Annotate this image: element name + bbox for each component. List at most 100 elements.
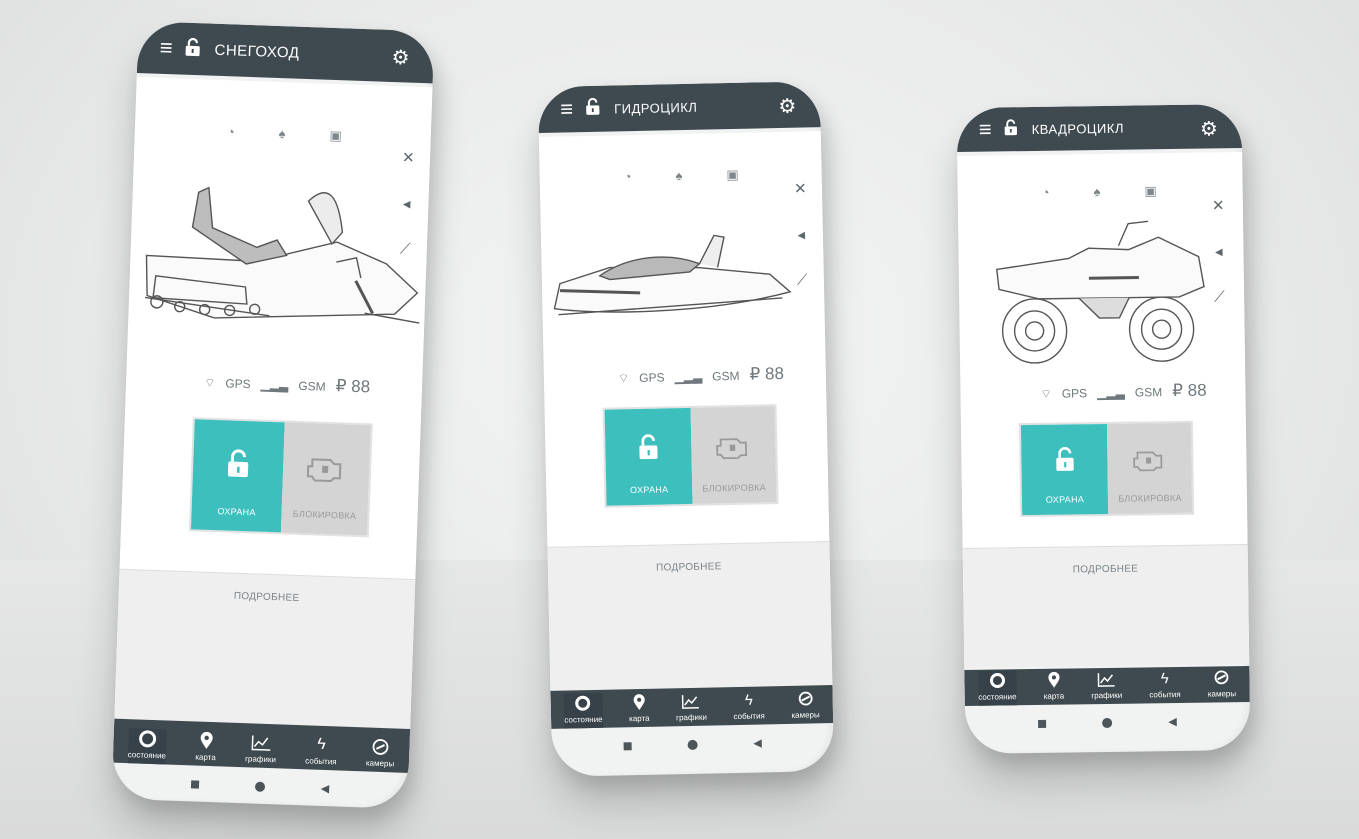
nav-events[interactable]: ϟ события xyxy=(305,734,338,770)
nav-label: состояние xyxy=(564,714,603,725)
location-pin-icon xyxy=(632,692,645,712)
menu-icon[interactable]: ≡ xyxy=(159,35,173,60)
tools-icon[interactable]: ✕ xyxy=(402,148,415,166)
main-content: ◔ ♠ ▣ ✕ ◂ ⟋ ⌔ GPS ▁▂▃ GSM ₽ 88 ОХРАНА БЛ… xyxy=(957,152,1250,668)
back-button[interactable]: ◀ xyxy=(321,782,330,795)
control-panel: ОХРАНА БЛОКИРОВКА xyxy=(604,406,777,506)
balance-value: ₽ 88 xyxy=(749,363,785,384)
gps-label: GPS xyxy=(1061,386,1088,401)
vehicle-title: КВАДРОЦИКЛ xyxy=(1031,120,1125,137)
indicator-row: ◔ ♠ ▣ xyxy=(227,124,343,144)
nav-label: графики xyxy=(676,712,708,723)
gsm-label: GSM xyxy=(712,368,740,384)
vehicle-title: СНЕГОХОД xyxy=(214,41,300,62)
guard-button[interactable]: ОХРАНА xyxy=(190,419,285,533)
bottom-nav: состояние карта графики ϟ события камеры xyxy=(964,665,1250,706)
home-button[interactable] xyxy=(687,739,698,750)
nav-label: состояние xyxy=(978,692,1017,702)
tools-icon[interactable]: ✕ xyxy=(1212,196,1225,214)
battery-icon: ▣ xyxy=(329,127,343,144)
status-row: ⌔ GPS ▁▂▃ GSM ₽ 88 xyxy=(204,372,371,398)
lock-icon[interactable] xyxy=(585,97,600,121)
lock-icon[interactable] xyxy=(1003,118,1017,141)
nav-label: графики xyxy=(244,754,277,765)
nav-label: графики xyxy=(1091,690,1123,701)
nav-map[interactable]: карта xyxy=(195,731,217,767)
syringe-icon[interactable]: ⟋ xyxy=(1214,288,1225,305)
atv-image xyxy=(995,220,1205,364)
nav-map[interactable]: карта xyxy=(629,692,650,727)
guard-button[interactable]: ОХРАНА xyxy=(1020,423,1109,516)
recents-button[interactable] xyxy=(190,779,199,789)
nav-events[interactable]: ϟ события xyxy=(733,689,765,725)
block-label: БЛОКИРОВКА xyxy=(702,482,767,494)
phone-snowmobile: ≡ СНЕГОХОД ⚙ ◔ ♠ ▣ ✕ ◂ ⟋ ⌔ GPS ▁▂▃ GSM ₽… xyxy=(111,21,435,809)
lock-open-icon xyxy=(225,420,252,507)
speedometer-icon: ◔ xyxy=(226,124,235,140)
top-bar: ≡ КВАДРОЦИКЛ ⚙ xyxy=(956,104,1243,153)
nav-charts[interactable]: графики xyxy=(1091,669,1122,704)
battery-icon: ▣ xyxy=(1144,183,1157,199)
block-button[interactable]: БЛОКИРОВКА xyxy=(280,422,371,536)
engine-icon xyxy=(715,407,753,484)
main-content: ◔ ♠ ▣ ✕ ◂ ⟋ ⌔ GPS ▁▂▃ GSM ₽ 88 ОХРАНА БЛ… xyxy=(114,77,433,729)
home-button[interactable] xyxy=(254,781,265,792)
phone-jetski: ≡ ГИДРОЦИКЛ ⚙ ◔ ♠ ▣ ✕ ◂ ⟋ ⌔ GPS ▁▂▃ GSM … xyxy=(537,81,835,777)
nav-label: события xyxy=(305,756,337,767)
block-button[interactable]: БЛОКИРОВКА xyxy=(690,406,777,504)
menu-icon[interactable]: ≡ xyxy=(560,96,573,121)
back-button[interactable]: ◀ xyxy=(753,736,762,749)
nav-cameras[interactable]: камеры xyxy=(366,736,395,772)
engine-icon xyxy=(1132,423,1167,493)
gear-icon[interactable]: ⚙ xyxy=(1200,116,1218,141)
jetski-image xyxy=(553,234,792,316)
lightning-icon: ϟ xyxy=(316,735,327,754)
vehicle-title: ГИДРОЦИКЛ xyxy=(613,99,698,116)
nav-state[interactable]: состояние xyxy=(563,692,603,729)
block-button[interactable]: БЛОКИРОВКА xyxy=(1106,422,1193,514)
block-label: БЛОКИРОВКА xyxy=(292,508,357,521)
chart-icon xyxy=(251,732,272,753)
recents-button[interactable] xyxy=(623,741,632,750)
nav-cameras[interactable]: камеры xyxy=(1207,667,1236,702)
nav-cameras[interactable]: камеры xyxy=(791,688,820,724)
gear-icon[interactable]: ⚙ xyxy=(778,94,796,119)
nav-events[interactable]: ϟ события xyxy=(1149,668,1181,703)
chart-icon xyxy=(1097,669,1115,689)
nav-label: карта xyxy=(1043,691,1065,701)
wifi-icon: ⌔ xyxy=(203,375,216,390)
top-bar: ≡ ГИДРОЦИКЛ ⚙ xyxy=(537,81,821,134)
tools-icon[interactable]: ✕ xyxy=(794,179,807,197)
speaker-icon[interactable]: ◂ xyxy=(1215,242,1223,260)
status-row: ⌔ GPS ▁▂▃ GSM ₽ 88 xyxy=(1040,381,1206,403)
gear-icon[interactable]: ⚙ xyxy=(391,45,410,71)
lock-icon[interactable] xyxy=(184,36,201,62)
nav-state[interactable]: состояние xyxy=(977,670,1017,706)
side-tools: ✕ ◂ ⟋ xyxy=(1212,196,1226,305)
nav-state[interactable]: состояние xyxy=(127,728,167,765)
wifi-icon: ⌔ xyxy=(617,371,630,386)
nav-label: состояние xyxy=(127,750,167,761)
speedometer-icon: ◔ xyxy=(1041,184,1050,200)
guard-button[interactable]: ОХРАНА xyxy=(604,407,693,506)
menu-icon[interactable]: ≡ xyxy=(979,117,992,142)
oil-icon: ♠ xyxy=(675,168,683,184)
status-row: ⌔ GPS ▁▂▃ GSM ₽ 88 xyxy=(618,364,784,387)
main-content: ◔ ♠ ▣ ✕ ◂ ⟋ ⌔ GPS ▁▂▃ GSM ₽ 88 ОХРАНА БЛ… xyxy=(538,131,833,691)
nav-charts[interactable]: графики xyxy=(245,732,277,768)
oil-icon: ♠ xyxy=(1093,184,1101,200)
nav-label: камеры xyxy=(365,758,395,769)
camera-icon xyxy=(371,737,390,758)
back-button[interactable]: ◀ xyxy=(1168,715,1177,728)
nav-charts[interactable]: графики xyxy=(676,691,708,727)
guard-label: ОХРАНА xyxy=(217,506,256,518)
snowmobile-image xyxy=(144,186,420,324)
gps-label: GPS xyxy=(639,370,665,385)
bottom-nav: состояние карта графики ϟ события камеры xyxy=(550,684,834,729)
nav-label: карта xyxy=(195,752,216,763)
nav-map[interactable]: карта xyxy=(1043,670,1064,705)
recents-button[interactable] xyxy=(1038,719,1047,728)
wifi-icon: ⌔ xyxy=(1040,386,1052,401)
home-button[interactable] xyxy=(1102,717,1113,728)
camera-icon xyxy=(1214,667,1230,687)
